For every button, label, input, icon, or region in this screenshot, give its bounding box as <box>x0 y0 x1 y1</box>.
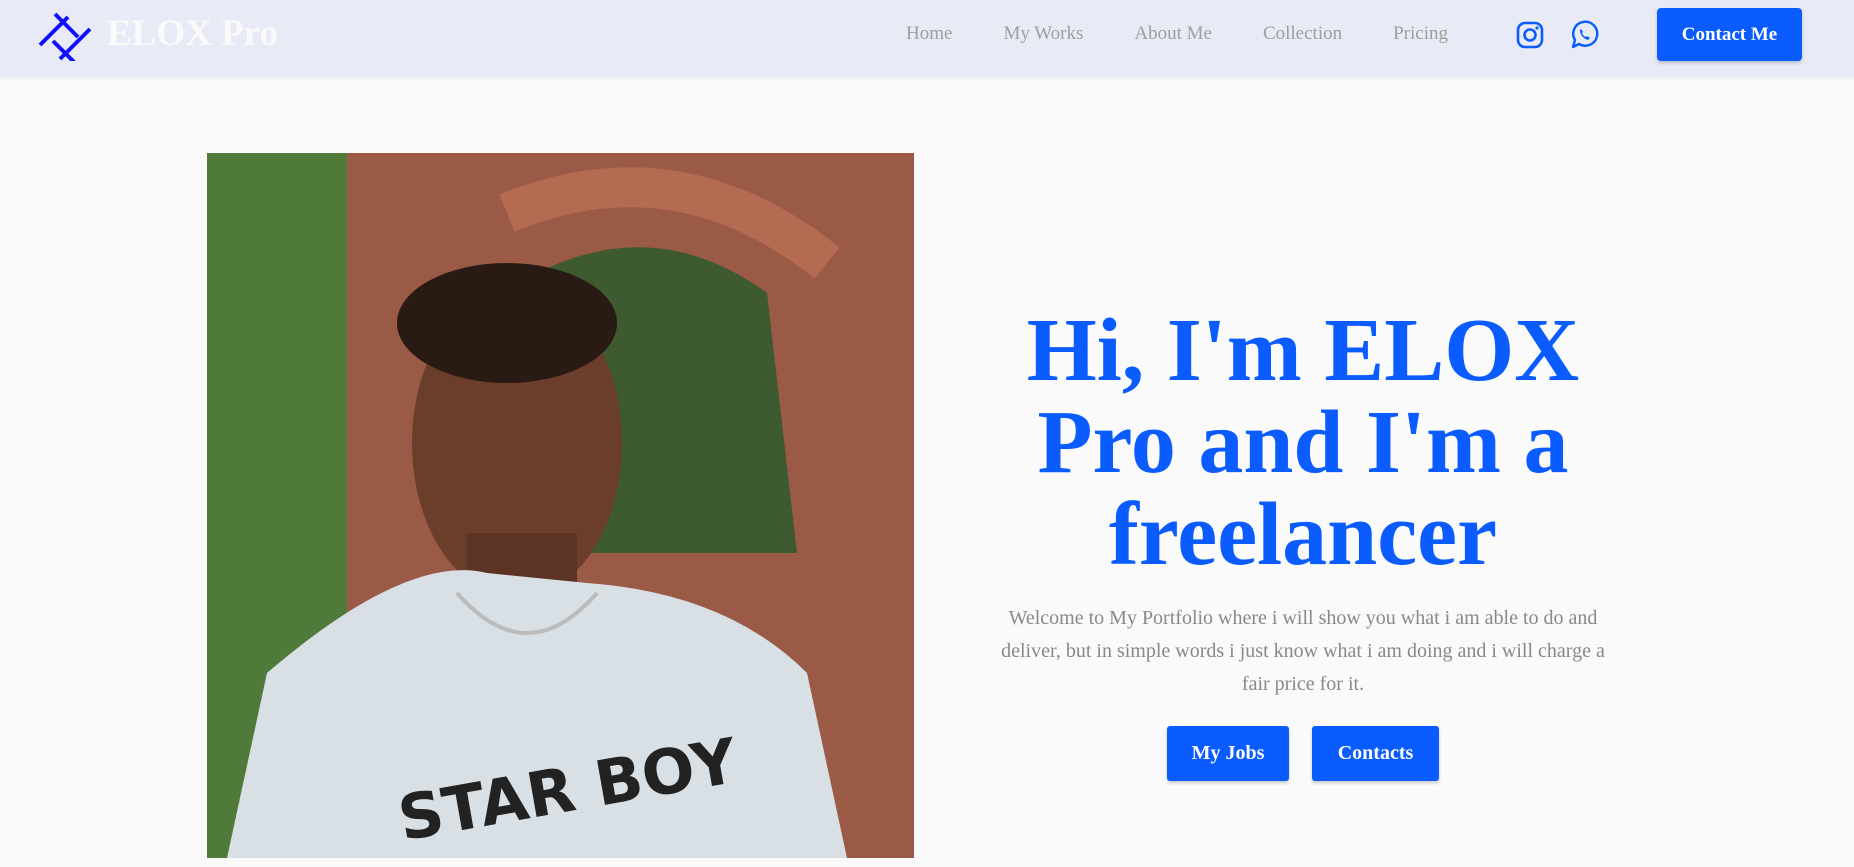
nav-collection[interactable]: Collection <box>1263 23 1342 45</box>
logo-icon[interactable] <box>38 7 92 61</box>
nav-my-works[interactable]: My Works <box>1003 23 1083 45</box>
profile-photo: STAR BOY <box>207 153 914 858</box>
nav-pricing[interactable]: Pricing <box>1393 23 1448 45</box>
navbar: ELOX Pro Home My Works About Me Collecti… <box>0 0 1854 77</box>
nav-about-me[interactable]: About Me <box>1134 23 1212 45</box>
hero-heading: Hi, I'm ELOX Pro and I'm a freelancer <box>1026 301 1580 584</box>
nav-home[interactable]: Home <box>906 23 952 45</box>
hero-description: Welcome to My Portfolio where i will sho… <box>1001 607 1605 695</box>
brand-name[interactable]: ELOX Pro <box>107 12 278 55</box>
my-jobs-button[interactable]: My Jobs <box>1167 726 1289 781</box>
contacts-button[interactable]: Contacts <box>1312 726 1439 781</box>
contact-me-button[interactable]: Contact Me <box>1657 8 1802 61</box>
nav-links: Home My Works About Me Collection Pricin… <box>906 23 1499 45</box>
instagram-icon[interactable] <box>1515 20 1545 50</box>
whatsapp-icon[interactable] <box>1569 20 1599 50</box>
